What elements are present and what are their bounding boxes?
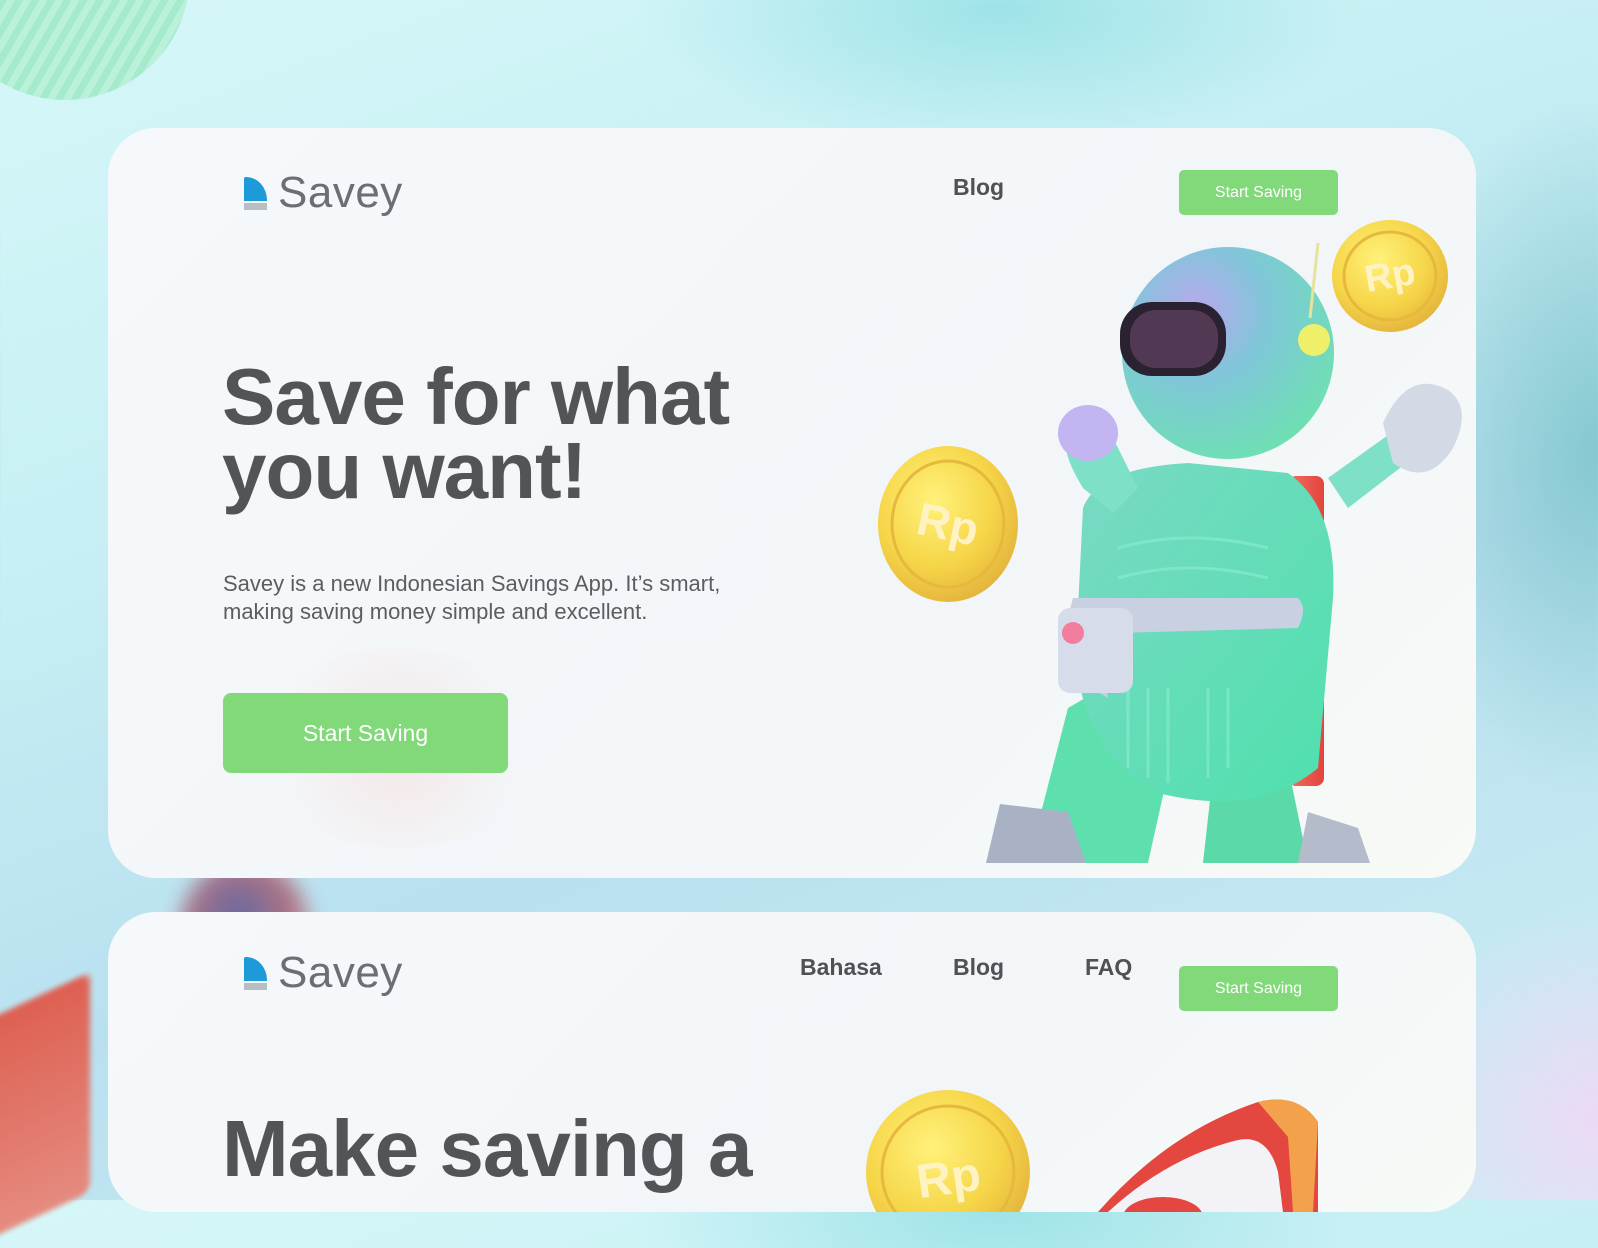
rocket-illustration: Rp — [866, 1090, 1318, 1212]
hero-card: Savey Blog Start Saving Save for what yo… — [108, 128, 1476, 878]
background-rocket-fin — [0, 972, 90, 1248]
second-card: Savey Bahasa Blog FAQ Start Saving Make … — [108, 912, 1476, 1212]
coin-label: Rp — [1361, 251, 1418, 301]
astronaut-illustration: Rp Rp — [878, 220, 1462, 863]
background-blob-top-left — [0, 0, 190, 100]
